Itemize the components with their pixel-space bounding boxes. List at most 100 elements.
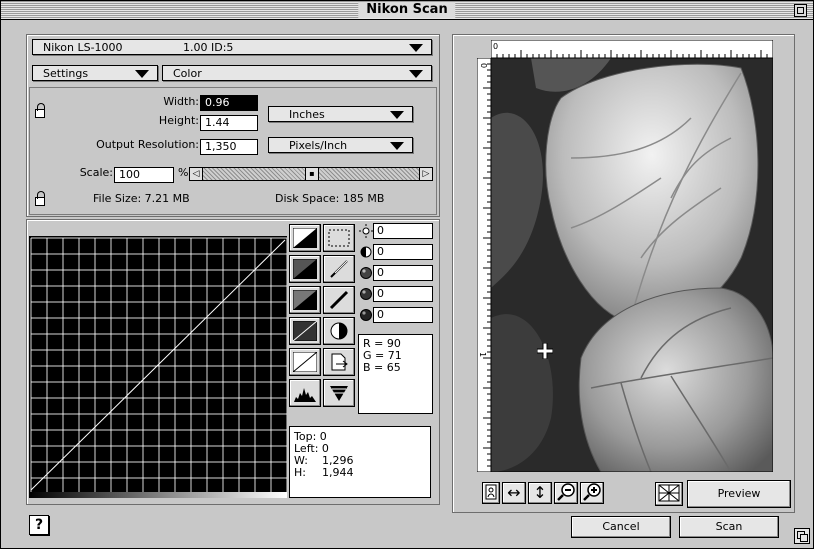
zoom-box-icon[interactable] [794, 4, 807, 17]
eyedropper-white-icon[interactable] [323, 255, 355, 283]
cancel-button[interactable]: Cancel [571, 516, 671, 538]
flip-vertical-button[interactable]: ↕ [528, 482, 552, 504]
resolution-units-label: Pixels/Inch [289, 139, 348, 152]
resize-grip-icon[interactable] [794, 528, 810, 544]
export-curve-icon[interactable] [323, 348, 355, 376]
chevron-down-icon [390, 142, 404, 150]
zoom-out-icon [557, 483, 575, 501]
blue-curve-button[interactable] [289, 317, 321, 345]
blue-balance-row[interactable]: 0 [359, 307, 433, 323]
scanner-version: 1.00 ID:5 [183, 41, 234, 54]
ruler-zero-left: 0 [479, 63, 488, 68]
disk-space: Disk Space: 185 MB [275, 192, 385, 205]
preview-toolbar: ↔ ↕ Preview [477, 480, 791, 508]
blue-balance-icon [359, 307, 373, 323]
horizontal-arrows-icon: ↔ [507, 483, 521, 502]
units-select[interactable]: Inches [268, 106, 413, 122]
crop-info-box: Top: 0 Left: 0 W: 1,296 H: 1,944 [289, 426, 431, 498]
scan-button[interactable]: Scan [679, 516, 779, 538]
red-balance-row[interactable]: 0 [359, 265, 433, 281]
height-field[interactable]: 1.44 [200, 115, 258, 131]
settings-label: Settings [43, 67, 89, 80]
resolution-label: Output Resolution: [96, 138, 199, 151]
settings-menu[interactable]: Settings [32, 65, 158, 81]
crosshair-cursor-icon [536, 342, 554, 360]
resolution-units-select[interactable]: Pixels/Inch [268, 137, 413, 153]
flip-horizontal-button[interactable]: ↔ [502, 482, 526, 504]
ruler-zero-top: 0 [493, 42, 498, 51]
lock-icon[interactable] [34, 103, 46, 118]
width-label: Width: [163, 95, 199, 108]
chevron-down-icon [409, 70, 423, 78]
vertical-ruler: 0 1 [477, 58, 491, 472]
green-balance-row[interactable]: 0 [359, 286, 433, 302]
width-field[interactable]: 0.96 [200, 95, 258, 111]
scanner-device: Nikon LS-1000 [43, 41, 123, 54]
crop-left: Left: 0 [294, 442, 329, 455]
resolution-field[interactable]: 1,350 [200, 139, 258, 155]
portrait-button[interactable] [482, 482, 500, 504]
horizontal-ruler: 0 [491, 40, 773, 58]
green-balance-icon [359, 286, 373, 302]
height-label: Height: [158, 114, 199, 127]
slider-left-arrow-icon[interactable]: ◁ [190, 168, 203, 180]
master-curve-button[interactable] [289, 224, 321, 252]
auto-focus-button[interactable] [655, 482, 683, 506]
histogram-icon[interactable] [289, 379, 321, 407]
red-balance-icon [359, 265, 373, 281]
color-mode-label: Color [173, 67, 202, 80]
focus-icon [658, 484, 680, 502]
lock-icon[interactable] [34, 191, 46, 206]
preview-image[interactable] [491, 58, 773, 472]
window-title: Nikon Scan [358, 2, 456, 18]
chevron-down-icon [135, 70, 149, 78]
linear-curve-button[interactable] [289, 348, 321, 376]
red-curve-button[interactable] [289, 255, 321, 283]
crop-marquee-button[interactable] [323, 224, 355, 252]
green-balance-value[interactable]: 0 [373, 286, 433, 302]
contrast-icon [359, 244, 373, 260]
red-balance-value[interactable]: 0 [373, 265, 433, 281]
crop-height-value: 1,944 [322, 466, 354, 479]
portrait-icon [485, 484, 497, 500]
chevron-down-icon [390, 111, 404, 119]
crop-height: H: 1,944 [294, 467, 430, 479]
brightness-icon [359, 223, 373, 239]
color-mode-select[interactable]: Color [162, 65, 432, 81]
slider-right-arrow-icon[interactable]: ▷ [419, 168, 432, 180]
vertical-arrows-icon: ↕ [533, 483, 547, 502]
crop-height-label: H: [294, 466, 306, 479]
preview-panel: 0 0 1 ↔ ↕ Preview [452, 34, 795, 513]
brightness-row[interactable]: 0 [359, 223, 433, 239]
help-icon[interactable]: ? [29, 515, 49, 535]
rgb-readout: R = 90 G = 71 B = 65 [358, 334, 433, 414]
chevron-down-icon [409, 44, 423, 52]
zoom-out-button[interactable] [554, 482, 578, 504]
title-bar[interactable]: Nikon Scan [1, 1, 813, 20]
green-curve-button[interactable] [289, 286, 321, 314]
blue-balance-value[interactable]: 0 [373, 307, 433, 323]
scale-unit: % [178, 166, 189, 179]
crop-width: W: 1,296 [294, 455, 430, 467]
gradient-bar [29, 492, 287, 498]
scale-slider[interactable]: ◁ ▪ ▷ [189, 167, 433, 181]
contrast-tool-icon[interactable] [323, 317, 355, 345]
contrast-value[interactable]: 0 [373, 244, 433, 260]
scanner-select[interactable]: Nikon LS-1000 1.00 ID:5 [32, 39, 432, 55]
eyedropper-black-icon[interactable] [323, 286, 355, 314]
ruler-one: 1 [478, 352, 487, 357]
nikon-scan-window: Nikon Scan Nikon LS-1000 1.00 ID:5 Setti… [0, 0, 814, 549]
contrast-row[interactable]: 0 [359, 244, 433, 260]
blue-value: B = 65 [363, 361, 401, 374]
scale-field[interactable]: 100 [114, 167, 174, 183]
preview-button[interactable]: Preview [687, 480, 791, 508]
scan-settings-panel: Nikon LS-1000 1.00 ID:5 Settings Color W… [26, 34, 440, 217]
funnel-icon[interactable] [323, 379, 355, 407]
file-size: File Size: 7.21 MB [93, 192, 190, 205]
scale-label: Scale: [79, 166, 113, 179]
slider-thumb[interactable]: ▪ [305, 168, 319, 180]
tone-curve-graph[interactable] [29, 236, 287, 498]
brightness-value[interactable]: 0 [373, 223, 433, 239]
zoom-in-icon [583, 483, 601, 501]
zoom-in-button[interactable] [580, 482, 604, 504]
